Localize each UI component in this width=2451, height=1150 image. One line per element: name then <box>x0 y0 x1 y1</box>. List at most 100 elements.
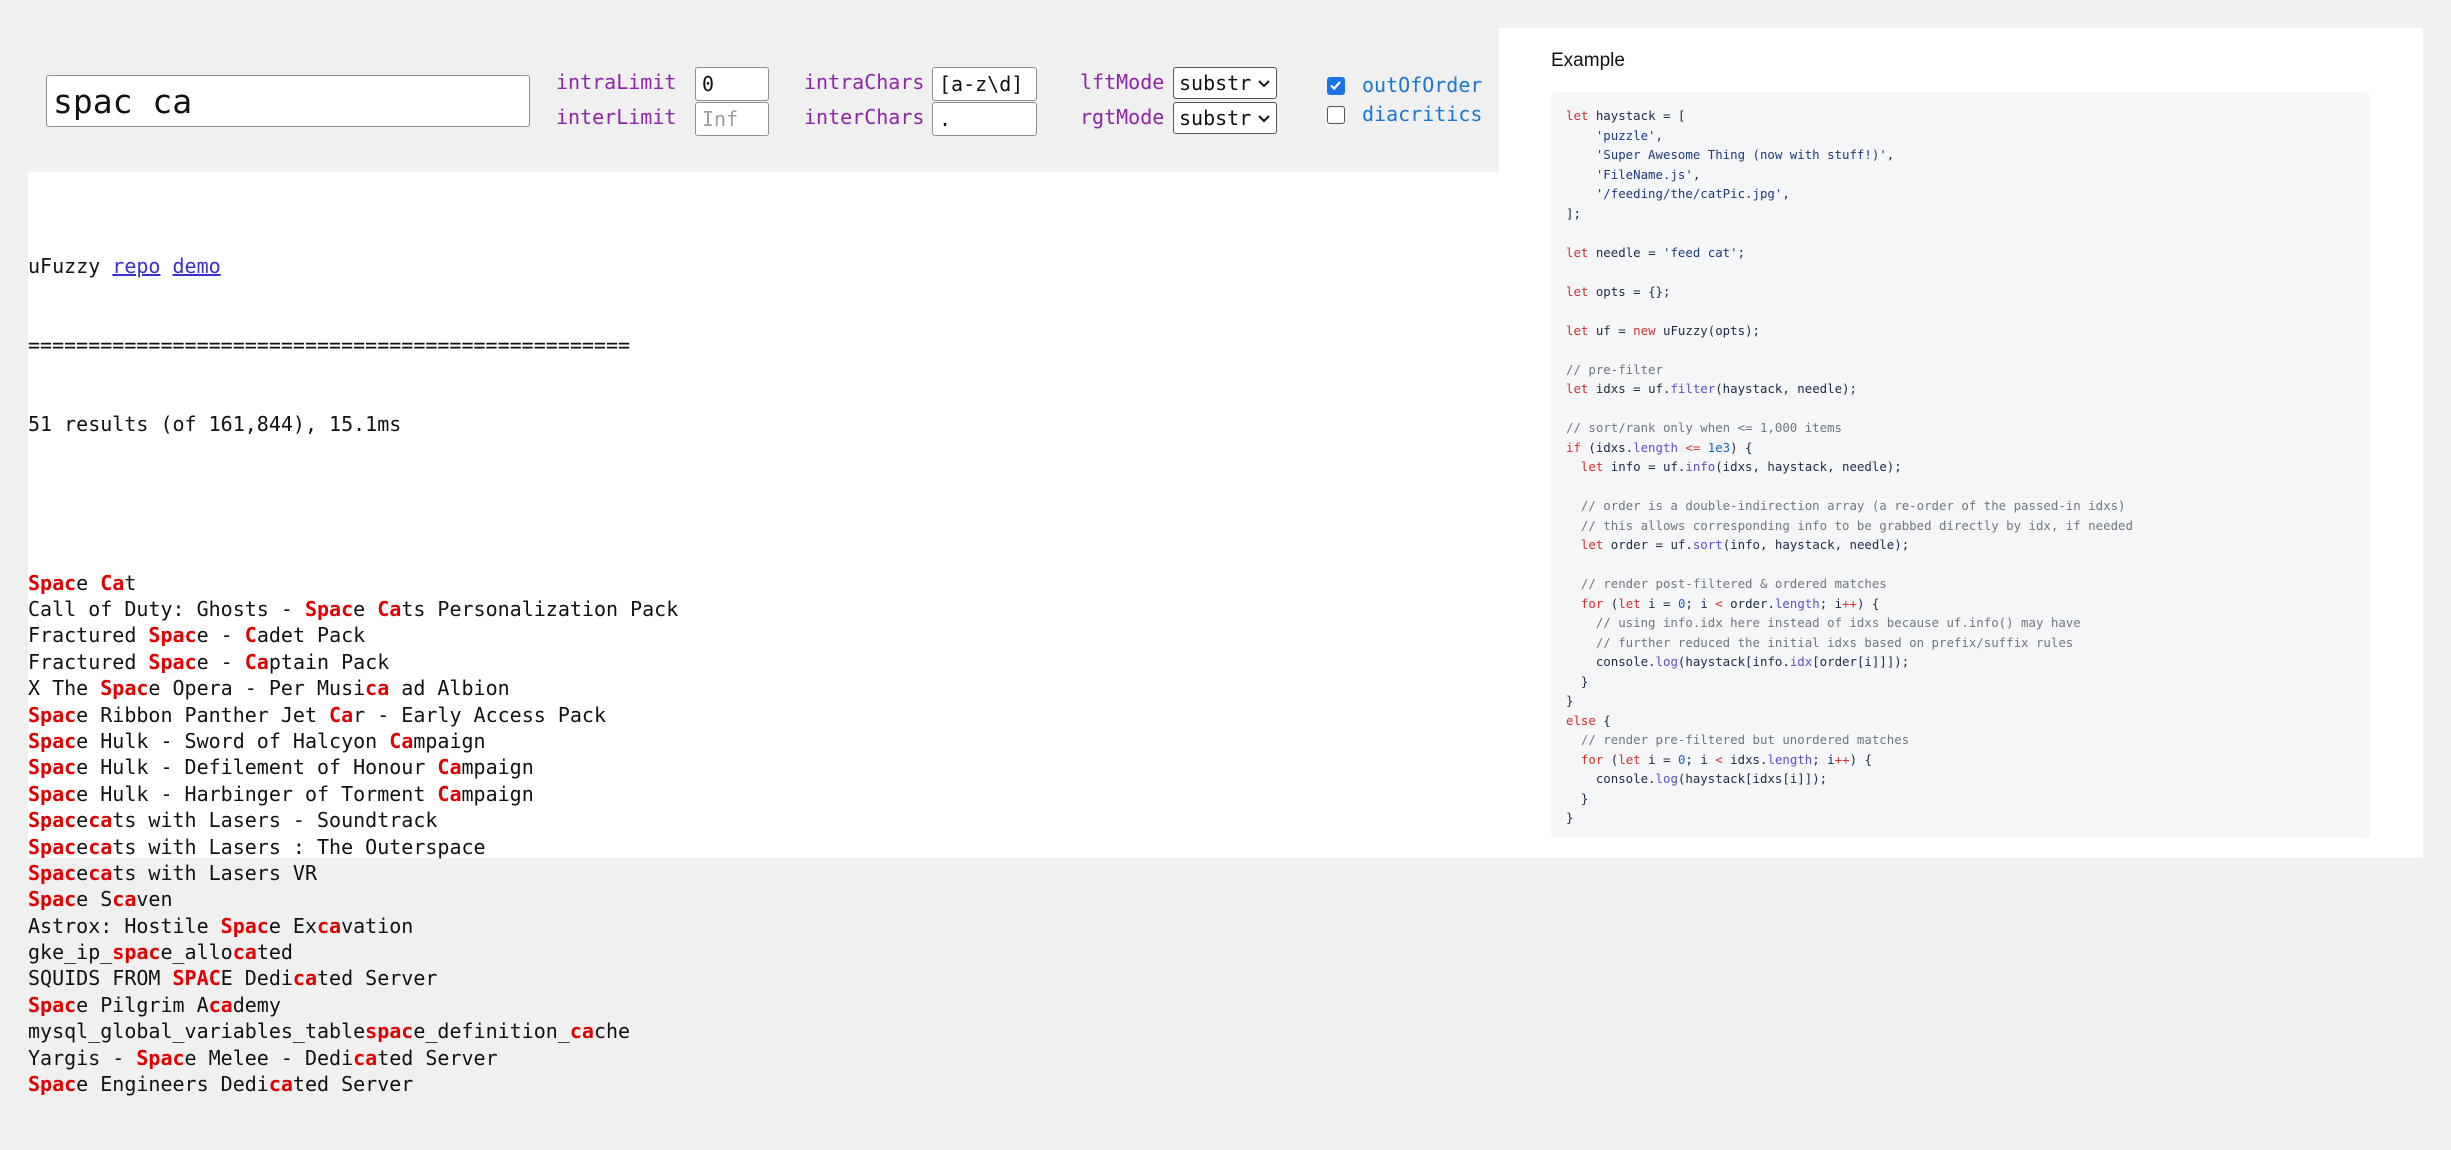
code-token: new <box>1633 322 1656 338</box>
example-panel: Example let haystack = [ 'puzzle', 'Supe… <box>1499 28 2423 858</box>
code-token: for <box>1580 751 1604 767</box>
match-highlight: Spac <box>28 755 77 780</box>
result-item: Astrox: Hostile Space Excavation <box>28 913 1478 939</box>
result-text: mpaign <box>461 755 534 780</box>
inter-chars-input[interactable] <box>932 102 1037 136</box>
intra-chars-label: intraChars <box>804 70 925 94</box>
code-token: i = <box>1640 595 1678 611</box>
result-item: Space Cat <box>28 570 1478 596</box>
result-item: Spacecats with Lasers VR <box>28 860 1478 886</box>
match-highlight: Spac <box>148 623 197 648</box>
result-text: e Ex <box>268 913 317 938</box>
code-token: // sort/rank only when <= 1,000 items <box>1566 420 1843 435</box>
result-item: Space Scaven <box>28 886 1478 912</box>
code-line: } <box>1566 691 2355 711</box>
code-token: 'puzzle' <box>1595 127 1656 143</box>
code-token: // render pre-filtered but unordered mat… <box>1566 732 1910 747</box>
rgt-mode-value: substr <box>1179 106 1252 130</box>
diacritics-checkbox[interactable] <box>1327 106 1345 124</box>
intra-chars-input[interactable] <box>932 67 1037 101</box>
code-token: needle = <box>1588 244 1663 260</box>
code-token: (haystack, needle); <box>1715 381 1857 396</box>
code-line: // order is a double-indirection array (… <box>1566 496 2355 516</box>
inter-limit-input[interactable] <box>695 102 769 136</box>
code-token: (info, haystack, needle); <box>1722 537 1910 552</box>
result-text: Fractured <box>28 623 149 648</box>
code-token: // order is a double-indirection array (… <box>1566 498 2126 513</box>
code-token: // using info.idx here instead of idxs b… <box>1566 615 2081 630</box>
code-token: let <box>1618 751 1641 767</box>
search-input[interactable] <box>46 75 530 127</box>
code-line: 'FileName.js', <box>1566 165 2355 185</box>
match-highlight: Spac <box>304 597 354 622</box>
code-token: // further reduced the initial idxs base… <box>1566 634 2074 650</box>
result-text: ven <box>136 887 173 912</box>
code-token: let <box>1566 108 1589 123</box>
code-token: <= <box>1677 439 1708 455</box>
result-text: X The <box>28 676 101 701</box>
result-text: e - <box>196 649 245 674</box>
match-highlight: Ca <box>100 570 125 595</box>
result-text: ts with Lasers : The Outerspace <box>112 834 486 859</box>
demo-link[interactable]: demo <box>173 254 221 278</box>
result-text: t <box>124 570 137 595</box>
code-token: else <box>1566 712 1596 728</box>
code-token: length <box>1633 439 1678 455</box>
code-line: let idxs = uf.filter(haystack, needle); <box>1566 379 2355 399</box>
intra-limit-input[interactable] <box>695 67 769 101</box>
result-item: mysql_global_variables_tablespace_defini… <box>28 1018 1478 1044</box>
code-token: log <box>1655 771 1678 786</box>
result-text: e <box>353 597 378 622</box>
diacritics-label[interactable]: diacritics <box>1362 102 1482 126</box>
match-highlight: Ca <box>389 728 414 753</box>
code-token: { <box>1595 712 1611 728</box>
code-token: let <box>1580 459 1604 474</box>
code-token: info <box>1685 459 1716 474</box>
repo-link[interactable]: repo <box>112 254 160 278</box>
code-line: let haystack = [ <box>1566 106 2355 126</box>
code-line: else { <box>1566 711 2355 731</box>
code-token: let <box>1566 283 1589 299</box>
code-token: idx <box>1789 654 1813 669</box>
code-line: // render post-filtered & ordered matche… <box>1566 574 2355 594</box>
result-text: e Ribbon Panther Jet <box>76 702 330 727</box>
result-text: r - Early Access Pack <box>353 702 607 727</box>
result-text: vation <box>341 913 414 938</box>
result-text: a <box>256 623 269 648</box>
result-text: mpaign <box>413 728 486 753</box>
rgt-mode-select[interactable]: substr <box>1173 102 1277 134</box>
code-line: // using info.idx here instead of idxs b… <box>1566 613 2355 633</box>
code-line: // sort/rank only when <= 1,000 items <box>1566 418 2355 438</box>
code-token: haystack = [ <box>1588 108 1686 123</box>
out-of-order-label[interactable]: outOfOrder <box>1362 73 1482 97</box>
match-highlight: Spac <box>28 1072 77 1097</box>
match-highlight: ca <box>88 834 113 859</box>
result-item: Space Engineers Dedicated Server <box>28 1071 1478 1097</box>
left-panel: intraLimit interLimit intraChars interCh… <box>28 28 1499 1096</box>
code-token: // render post-filtered & ordered matche… <box>1566 576 1887 591</box>
code-token: console. <box>1566 771 1656 786</box>
result-text: SQUIDS FROM <box>28 966 173 991</box>
result-text: e_definition_ <box>413 1019 570 1044</box>
result-text: ted Server <box>377 1045 498 1070</box>
code-token: } <box>1566 790 1589 806</box>
code-token: let <box>1618 595 1641 611</box>
match-highlight: ca <box>88 808 113 833</box>
code-token: ; i <box>1819 595 1843 611</box>
lft-mode-select[interactable]: substr <box>1173 67 1277 99</box>
result-item: Spacecats with Lasers - Soundtrack <box>28 807 1478 833</box>
result-text: ted <box>256 940 293 965</box>
code-line: 'puzzle', <box>1566 126 2355 146</box>
code-token: opts = {}; <box>1588 283 1671 299</box>
result-text: Call of Duty: Ghosts - <box>28 597 305 622</box>
code-token: order = uf. <box>1603 537 1693 552</box>
out-of-order-checkbox[interactable] <box>1327 77 1345 95</box>
match-highlight: Spac <box>148 649 197 674</box>
code-token: length <box>1767 751 1813 767</box>
inter-chars-label: interChars <box>804 105 925 129</box>
checkmark-icon <box>1330 81 1341 91</box>
